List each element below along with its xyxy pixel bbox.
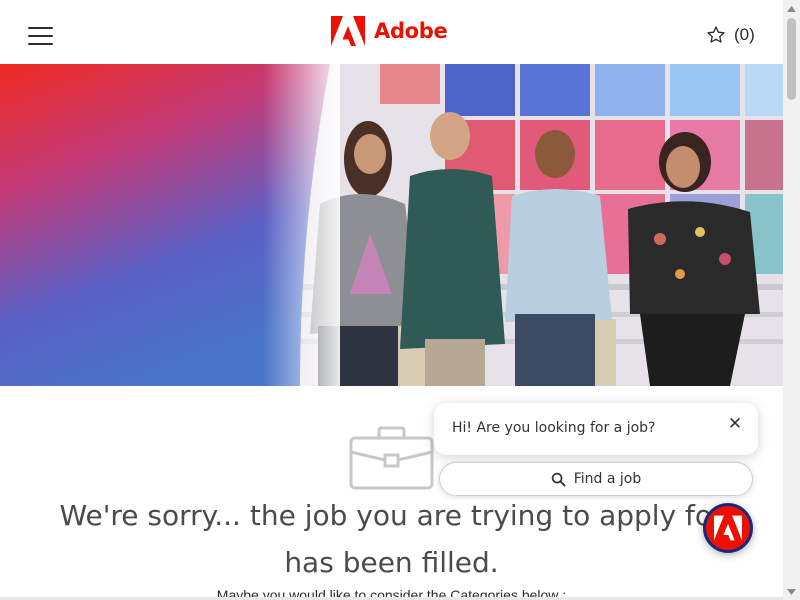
adobe-logo-icon	[714, 515, 742, 541]
close-icon[interactable]: ✕	[726, 415, 744, 433]
scroll-down-arrow-icon[interactable]	[783, 583, 800, 600]
brand-name: Adobe	[374, 19, 448, 43]
hamburger-menu-button[interactable]	[28, 27, 53, 47]
hero-image	[0, 64, 783, 386]
site-header: Adobe (0)	[0, 0, 783, 64]
find-a-job-button[interactable]: Find a job	[439, 462, 753, 496]
scroll-up-arrow-icon[interactable]	[783, 0, 800, 17]
hamburger-line	[28, 43, 53, 45]
chat-launcher-button[interactable]	[703, 503, 753, 553]
vertical-scrollbar[interactable]	[783, 0, 800, 600]
find-a-job-label: Find a job	[573, 471, 642, 487]
job-filled-heading: We're sorry... the job you are trying to…	[59, 499, 724, 579]
adobe-logo-link[interactable]: Adobe	[331, 16, 448, 46]
adobe-logo-icon	[331, 16, 365, 46]
star-icon	[707, 26, 725, 43]
search-icon	[551, 472, 566, 487]
briefcase-icon	[349, 426, 434, 490]
favorites-button[interactable]: (0)	[706, 25, 755, 45]
chat-greeting-bubble: Hi! Are you looking for a job? ✕	[434, 403, 758, 455]
scrollbar-thumb[interactable]	[787, 18, 796, 100]
hero-illustration	[0, 64, 783, 386]
hamburger-line	[28, 27, 53, 29]
hamburger-line	[28, 35, 53, 37]
chat-greeting-text: Hi! Are you looking for a job?	[452, 420, 656, 436]
favorites-count: (0)	[734, 25, 755, 44]
